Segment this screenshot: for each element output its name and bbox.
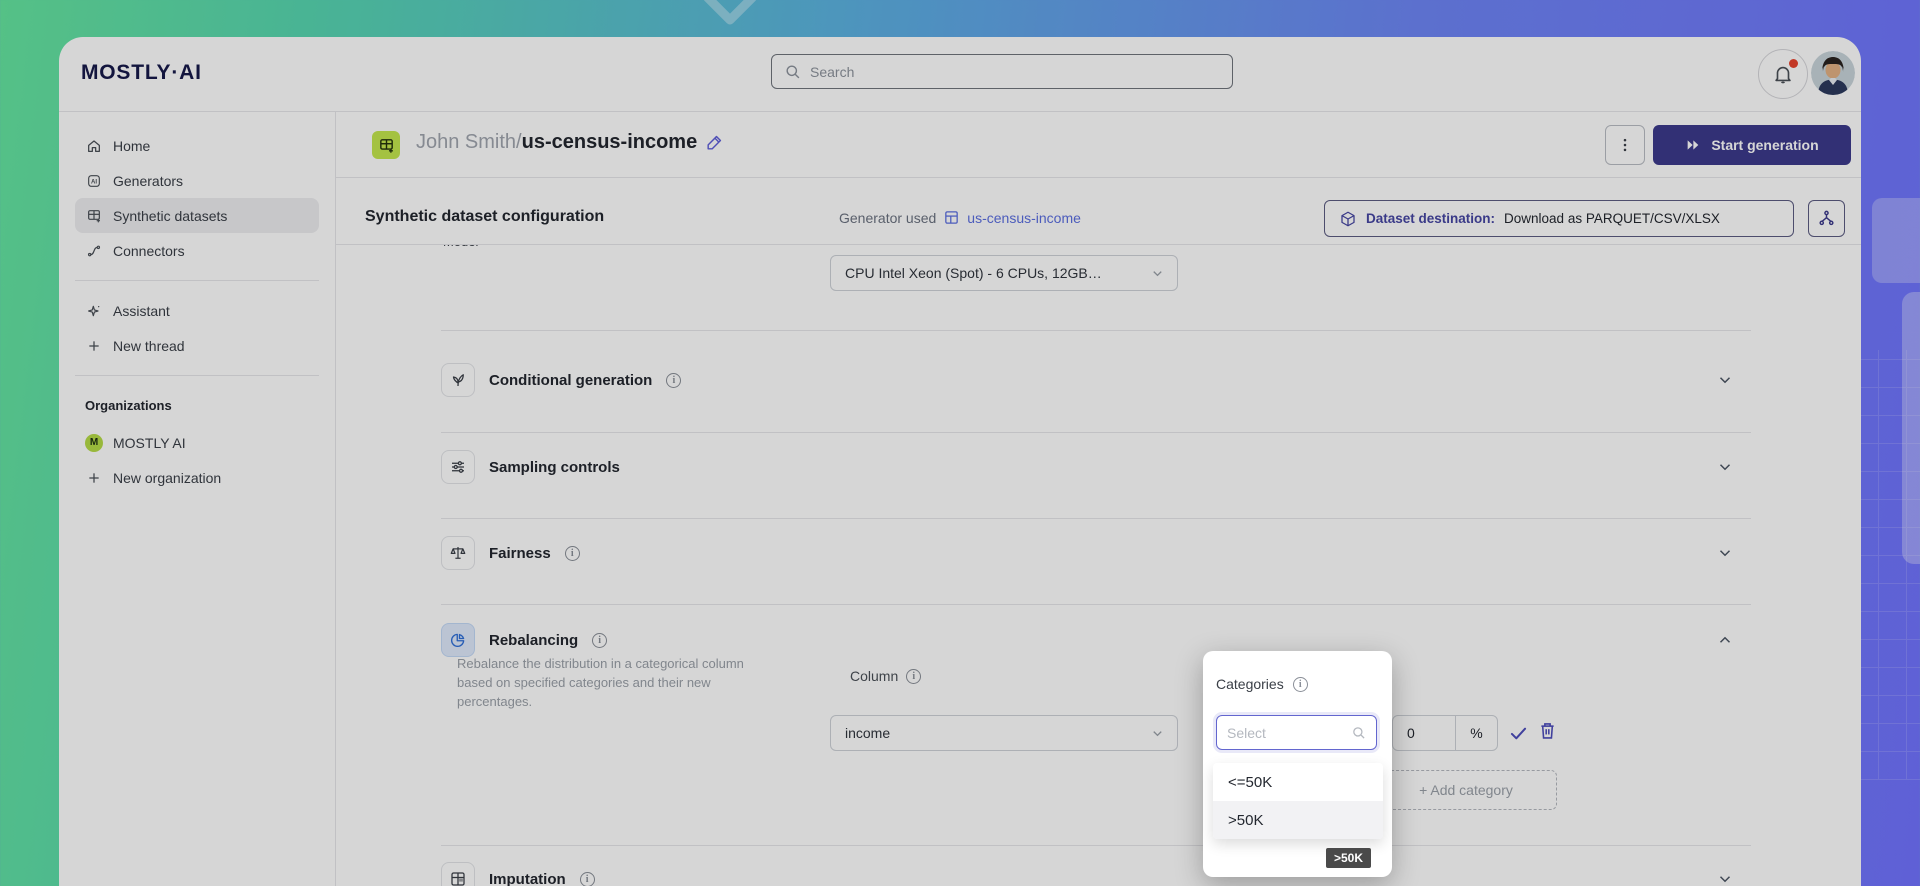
modal-backdrop[interactable] [0, 0, 1920, 886]
categories-popup: Categories i <=50K >50K >50K [1203, 651, 1392, 877]
categories-search-input[interactable] [1227, 725, 1345, 741]
search-icon [1351, 725, 1366, 740]
categories-option-list: <=50K >50K [1213, 763, 1383, 839]
categories-select[interactable] [1216, 715, 1377, 750]
option-gt50k[interactable]: >50K [1213, 801, 1383, 839]
option-le50k[interactable]: <=50K [1213, 763, 1383, 801]
categories-title: Categories i [1216, 676, 1308, 692]
option-tooltip: >50K [1326, 848, 1371, 868]
info-icon[interactable]: i [1293, 677, 1308, 692]
